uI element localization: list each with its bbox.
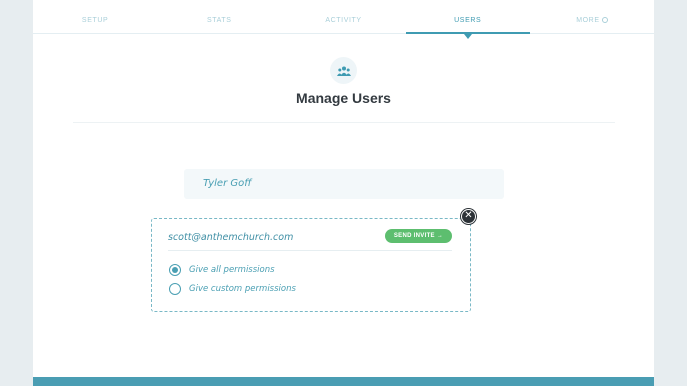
- footer-bar: [33, 377, 654, 386]
- permission-option-all[interactable]: Give all permissions: [169, 264, 275, 276]
- active-tab-caret-icon: [463, 34, 472, 39]
- tab-label: STATS: [207, 17, 232, 24]
- tab-label: MORE: [576, 17, 600, 24]
- email-underline: [168, 250, 452, 251]
- tab-users[interactable]: USERS: [405, 0, 531, 39]
- radio-unchecked-icon[interactable]: [169, 283, 181, 295]
- divider: [73, 122, 615, 123]
- existing-user-row[interactable]: Tyler Goff: [184, 169, 504, 199]
- tab-bar: SETUP STATS ACTIVITY USERS MORE: [33, 0, 654, 39]
- close-icon[interactable]: ✕: [461, 209, 476, 224]
- tab-label: SETUP: [81, 17, 109, 24]
- page-panel: SETUP STATS ACTIVITY USERS MORE Manage U…: [33, 0, 654, 386]
- tab-stats[interactable]: STATS: [157, 0, 281, 33]
- tab-setup[interactable]: SETUP: [33, 0, 157, 33]
- email-input[interactable]: [168, 230, 368, 244]
- page-title: Manage Users: [296, 90, 391, 106]
- invite-form: SEND INVITE → Give all permissions Give …: [151, 218, 471, 312]
- radio-label: Give all permissions: [189, 265, 275, 275]
- tab-activity[interactable]: ACTIVITY: [281, 0, 405, 33]
- user-name: Tyler Goff: [203, 178, 252, 189]
- tab-label: USERS: [454, 17, 482, 24]
- tab-label: ACTIVITY: [325, 17, 362, 24]
- users-icon: [330, 57, 357, 84]
- send-invite-button[interactable]: SEND INVITE →: [385, 229, 452, 243]
- radio-checked-icon[interactable]: [169, 264, 181, 276]
- permission-option-custom[interactable]: Give custom permissions: [169, 283, 296, 295]
- tab-more[interactable]: MORE: [530, 0, 654, 33]
- more-circle-icon: [601, 17, 608, 23]
- radio-label: Give custom permissions: [189, 284, 296, 294]
